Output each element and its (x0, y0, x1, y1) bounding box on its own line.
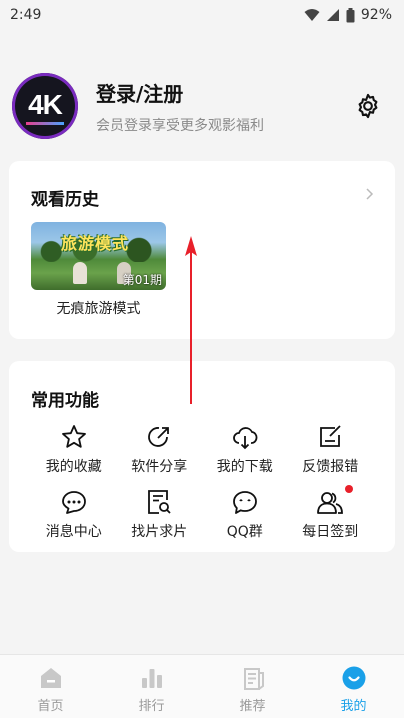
tab-ranking[interactable]: 排行 (101, 655, 202, 718)
history-title: 观看历史 (31, 190, 99, 210)
red-arrow-annotation (185, 236, 197, 404)
tab-home-label: 首页 (37, 699, 64, 714)
feedback-button[interactable]: 反馈报错 (288, 423, 374, 476)
profile-subtitle: 会员登录享受更多观影福利 (96, 117, 264, 134)
notification-dot (345, 485, 353, 493)
avatar-logo-text: 4K (28, 89, 63, 120)
profile-header[interactable]: 4K 登录/注册 会员登录享受更多观影福利 (12, 72, 392, 140)
downloads-label: 我的下载 (216, 459, 273, 475)
status-time: 2:49 (10, 7, 42, 23)
avatar[interactable]: 4K (12, 73, 78, 139)
users-checkin-icon (317, 492, 344, 514)
tab-home[interactable]: 首页 (0, 655, 101, 718)
thumbnail-logo: 旅游模式 (61, 234, 130, 253)
favorites-label: 我的收藏 (45, 459, 102, 475)
bottom-tab-bar: 首页 排行 推荐 我的 (0, 654, 404, 718)
login-register-link[interactable]: 登录/注册 (96, 78, 354, 107)
share-icon (148, 427, 170, 447)
message-icon (61, 491, 86, 514)
downloads-button[interactable]: 我的下载 (202, 423, 288, 476)
signal-icon (326, 9, 339, 21)
functions-grid: 我的收藏 软件分享 我的下载 反馈报错 消息中心 找片求片 QQ群 每日签到 (31, 423, 373, 541)
messages-label: 消息中心 (45, 524, 102, 540)
star-icon (61, 425, 86, 448)
home-icon (40, 668, 61, 688)
avatar-logo-bar (26, 122, 64, 125)
status-bar: 2:49 92% (0, 0, 404, 30)
tab-ranking-label: 排行 (138, 699, 165, 714)
status-icons: 92% (304, 7, 392, 23)
share-button[interactable]: 软件分享 (117, 423, 203, 476)
history-item-title: 无痕旅游模式 (56, 301, 141, 317)
recommend-icon (243, 668, 264, 690)
chat-group-icon (232, 491, 257, 514)
search-document-icon (148, 490, 171, 514)
feedback-label: 反馈报错 (302, 459, 359, 475)
tab-profile-label: 我的 (340, 699, 367, 714)
share-label: 软件分享 (131, 459, 188, 475)
battery-percent: 92% (360, 7, 392, 23)
request-label: 找片求片 (131, 524, 188, 540)
functions-card: 常用功能 我的收藏 软件分享 我的下载 反馈报错 消息中心 找片求片 QQ群 每… (9, 361, 395, 552)
favorites-button[interactable]: 我的收藏 (31, 423, 117, 476)
profile-text: 登录/注册 会员登录享受更多观影福利 (96, 78, 354, 135)
messages-button[interactable]: 消息中心 (31, 488, 117, 541)
tab-recommend[interactable]: 推荐 (202, 655, 303, 718)
checkin-label: 每日签到 (302, 524, 359, 540)
history-item[interactable]: 旅游模式 第01期 无痕旅游模式 (31, 222, 166, 318)
tab-profile[interactable]: 我的 (303, 655, 404, 718)
history-card: 观看历史 旅游模式 第01期 无痕旅游模式 (9, 161, 395, 339)
wifi-icon (304, 9, 320, 21)
chevron-right-icon[interactable] (363, 184, 377, 204)
profile-icon (342, 666, 365, 690)
ranking-icon (141, 669, 162, 688)
functions-title: 常用功能 (31, 391, 99, 411)
video-thumbnail[interactable]: 旅游模式 第01期 (31, 222, 166, 290)
feedback-edit-icon (320, 425, 341, 447)
cloud-download-icon (232, 427, 258, 450)
episode-label: 第01期 (122, 273, 162, 287)
checkin-button[interactable]: 每日签到 (288, 485, 374, 541)
battery-icon (346, 7, 355, 22)
tab-recommend-label: 推荐 (239, 699, 266, 714)
gear-icon[interactable] (354, 92, 382, 120)
qq-group-button[interactable]: QQ群 (202, 488, 288, 541)
qq-group-label: QQ群 (226, 524, 263, 540)
request-button[interactable]: 找片求片 (117, 488, 203, 541)
